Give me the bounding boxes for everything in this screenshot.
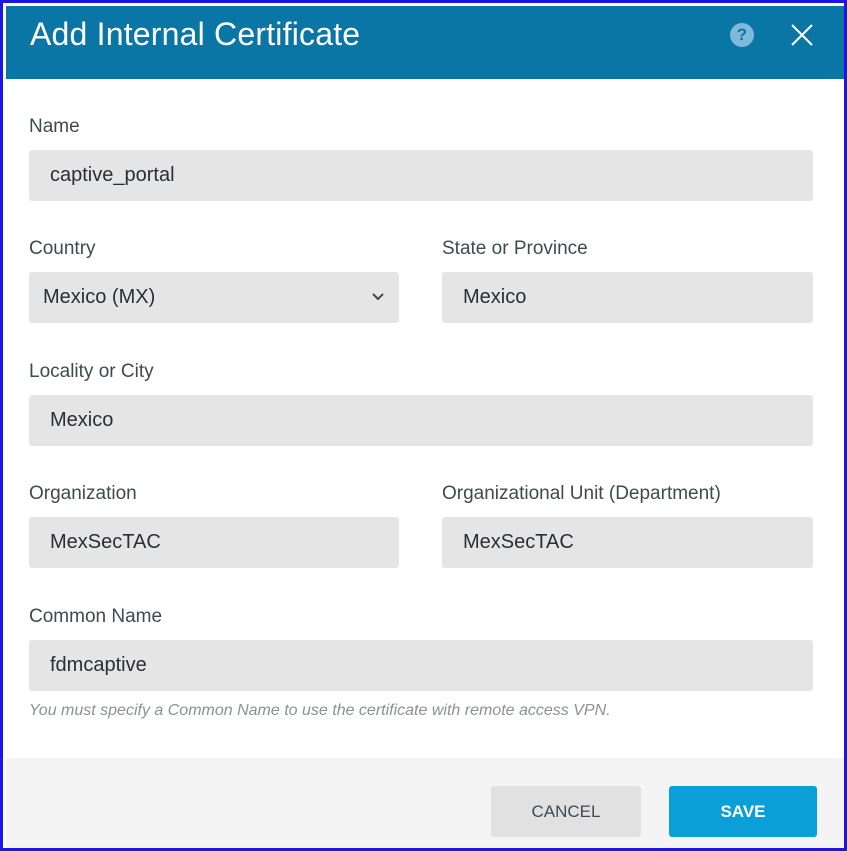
common-name-input[interactable]: fdmcaptive (29, 640, 813, 691)
org-unit-label: Organizational Unit (Department) (442, 483, 721, 504)
dialog-frame: Add Internal Certificate ? Name captive_… (0, 0, 847, 851)
locality-input[interactable]: Mexico (29, 395, 813, 446)
organization-input[interactable]: MexSecTAC (29, 517, 399, 568)
locality-label: Locality or City (29, 361, 154, 382)
cancel-button[interactable]: CANCEL (491, 786, 641, 837)
chevron-down-icon (372, 293, 384, 301)
state-input[interactable]: Mexico (442, 272, 813, 323)
common-name-label: Common Name (29, 606, 163, 627)
state-label: State or Province (442, 238, 588, 259)
org-unit-input[interactable]: MexSecTAC (442, 517, 813, 568)
close-icon[interactable] (788, 21, 816, 49)
help-icon[interactable]: ? (730, 23, 754, 47)
name-label: Name (29, 116, 80, 137)
name-input[interactable]: captive_portal (29, 150, 813, 201)
common-name-hint: You must specify a Common Name to use th… (29, 702, 611, 719)
country-label: Country (29, 238, 96, 259)
save-button[interactable]: SAVE (669, 786, 817, 837)
dialog-title: Add Internal Certificate (30, 16, 361, 52)
country-select[interactable]: Mexico (MX) (29, 272, 399, 323)
country-select-value: Mexico (MX) (43, 286, 156, 308)
organization-label: Organization (29, 483, 137, 504)
dialog-header: Add Internal Certificate ? (6, 6, 844, 79)
dialog-footer: CANCEL SAVE (6, 758, 844, 848)
